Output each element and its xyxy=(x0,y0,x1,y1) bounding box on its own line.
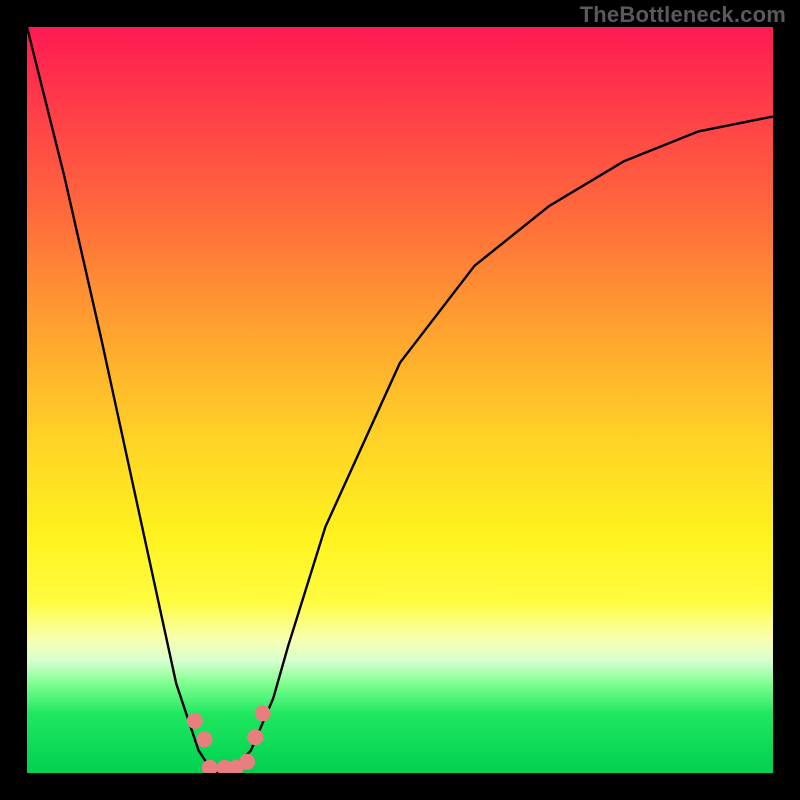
chart-marker xyxy=(187,713,203,729)
chart-marker xyxy=(197,731,213,747)
bottleneck-curve xyxy=(27,27,773,773)
chart-marker xyxy=(255,705,271,721)
chart-marker xyxy=(247,729,263,745)
watermark-text: TheBottleneck.com xyxy=(580,2,786,28)
chart-svg xyxy=(27,27,773,773)
chart-marker xyxy=(202,760,218,773)
chart-frame xyxy=(27,27,773,773)
chart-markers xyxy=(187,705,271,773)
chart-marker xyxy=(239,754,255,770)
